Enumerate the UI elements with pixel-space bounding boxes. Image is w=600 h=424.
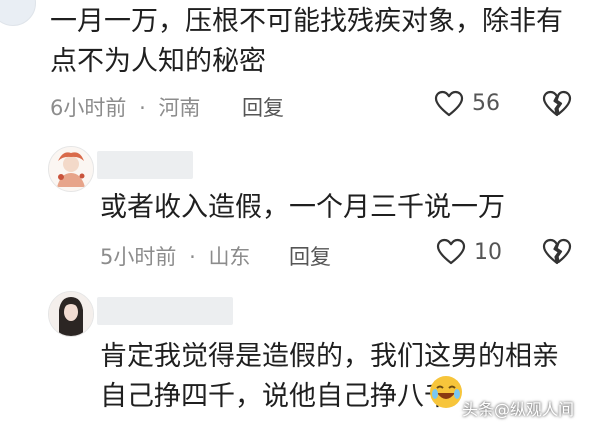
comment-2-meta: 5小时前 · 山东 [100,241,250,271]
avatar-photo-icon [49,292,93,336]
comment-2-line-1: 或者收入造假，一个月三千说一万 [100,192,505,223]
comment-2-location: 山东 [208,245,251,269]
comment-2-dislike-button[interactable] [542,238,572,266]
heart-icon [436,238,466,265]
comment-3-line-1: 肯定我觉得是造假的，我们这男的相亲 [100,341,559,372]
broken-heart-icon [542,238,572,265]
comment-2-sep: · [189,245,196,269]
comment-1-line-1: 一月一万，压根不可能找残疾对象，除非有 [50,6,563,37]
avatar-illustration-icon [49,147,93,191]
heart-icon [434,90,464,117]
comment-3-avatar[interactable] [48,291,94,337]
comment-1-sep: · [139,96,146,120]
comment-1-reply-button[interactable]: 回复 [242,92,284,122]
laughing-emoji-icon [428,374,464,410]
comment-2-reply-button[interactable]: 回复 [289,241,331,271]
partial-avatar-top [0,0,36,26]
comment-1-meta: 6小时前 · 河南 [50,92,200,122]
comment-1-line-2: 点不为人知的秘密 [50,46,266,77]
comment-1-dislike-button[interactable] [542,90,572,118]
comment-2-like-count: 10 [474,240,502,265]
comment-2-avatar[interactable] [48,146,94,192]
comment-2-like-button[interactable] [436,238,466,266]
comment-2-username-blurred [97,151,193,179]
comment-1-time: 6小时前 [50,96,127,120]
comment-3-username-blurred [97,297,233,325]
broken-heart-icon [542,90,572,117]
comment-2-time: 5小时前 [100,245,177,269]
watermark: 头条@纵观人间 [462,400,575,419]
comment-1-like-count: 56 [472,91,500,116]
comment-1-like-button[interactable] [434,90,464,118]
comment-3-line-2: 自己挣四千，说他自己挣八千 [100,381,451,412]
comment-1-location: 河南 [158,96,201,120]
